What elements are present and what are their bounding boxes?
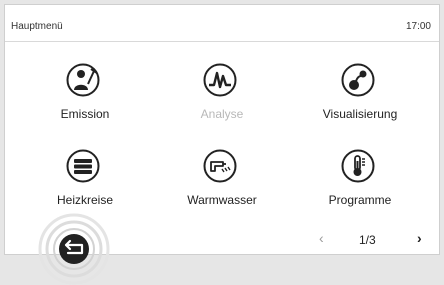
chimney-sweep-icon [66,63,100,97]
menu-item-emission[interactable]: Emission [20,63,150,123]
clock: 17:00 [405,21,431,32]
menu-item-label: Programme [328,193,392,207]
radiator-icon [66,149,100,183]
pagination: ‹ 1/3 › [299,228,439,254]
header-bar: Hauptmenü 17:00 [5,5,439,42]
menu-item-warmwasser[interactable]: Warmwasser [157,149,287,209]
menu-item-analyse[interactable]: Analyse [157,63,287,123]
menu-item-label: Analyse [200,107,244,121]
thermometer-icon [341,149,375,183]
shower-tap-icon [203,149,237,183]
menu-item-programme[interactable]: Programme [295,149,425,209]
menu-item-label: Warmwasser [187,193,257,207]
menu-item-label: Visualisierung [322,107,398,121]
waveform-icon [203,63,237,97]
page-title: Hauptmenü [11,21,63,32]
menu-item-label: Heizkreise [56,193,113,207]
menu-item-label: Emission [60,107,110,121]
page-indicator: 1/3 [359,233,376,247]
next-page-button[interactable]: › [417,230,422,246]
prev-page-button[interactable]: ‹ [319,230,324,246]
menu-item-visualisierung[interactable]: Visualisierung [295,63,425,123]
back-button[interactable] [38,213,110,285]
menu-item-heizkreise[interactable]: Heizkreise [20,149,150,209]
flow-diagram-icon [341,63,375,97]
